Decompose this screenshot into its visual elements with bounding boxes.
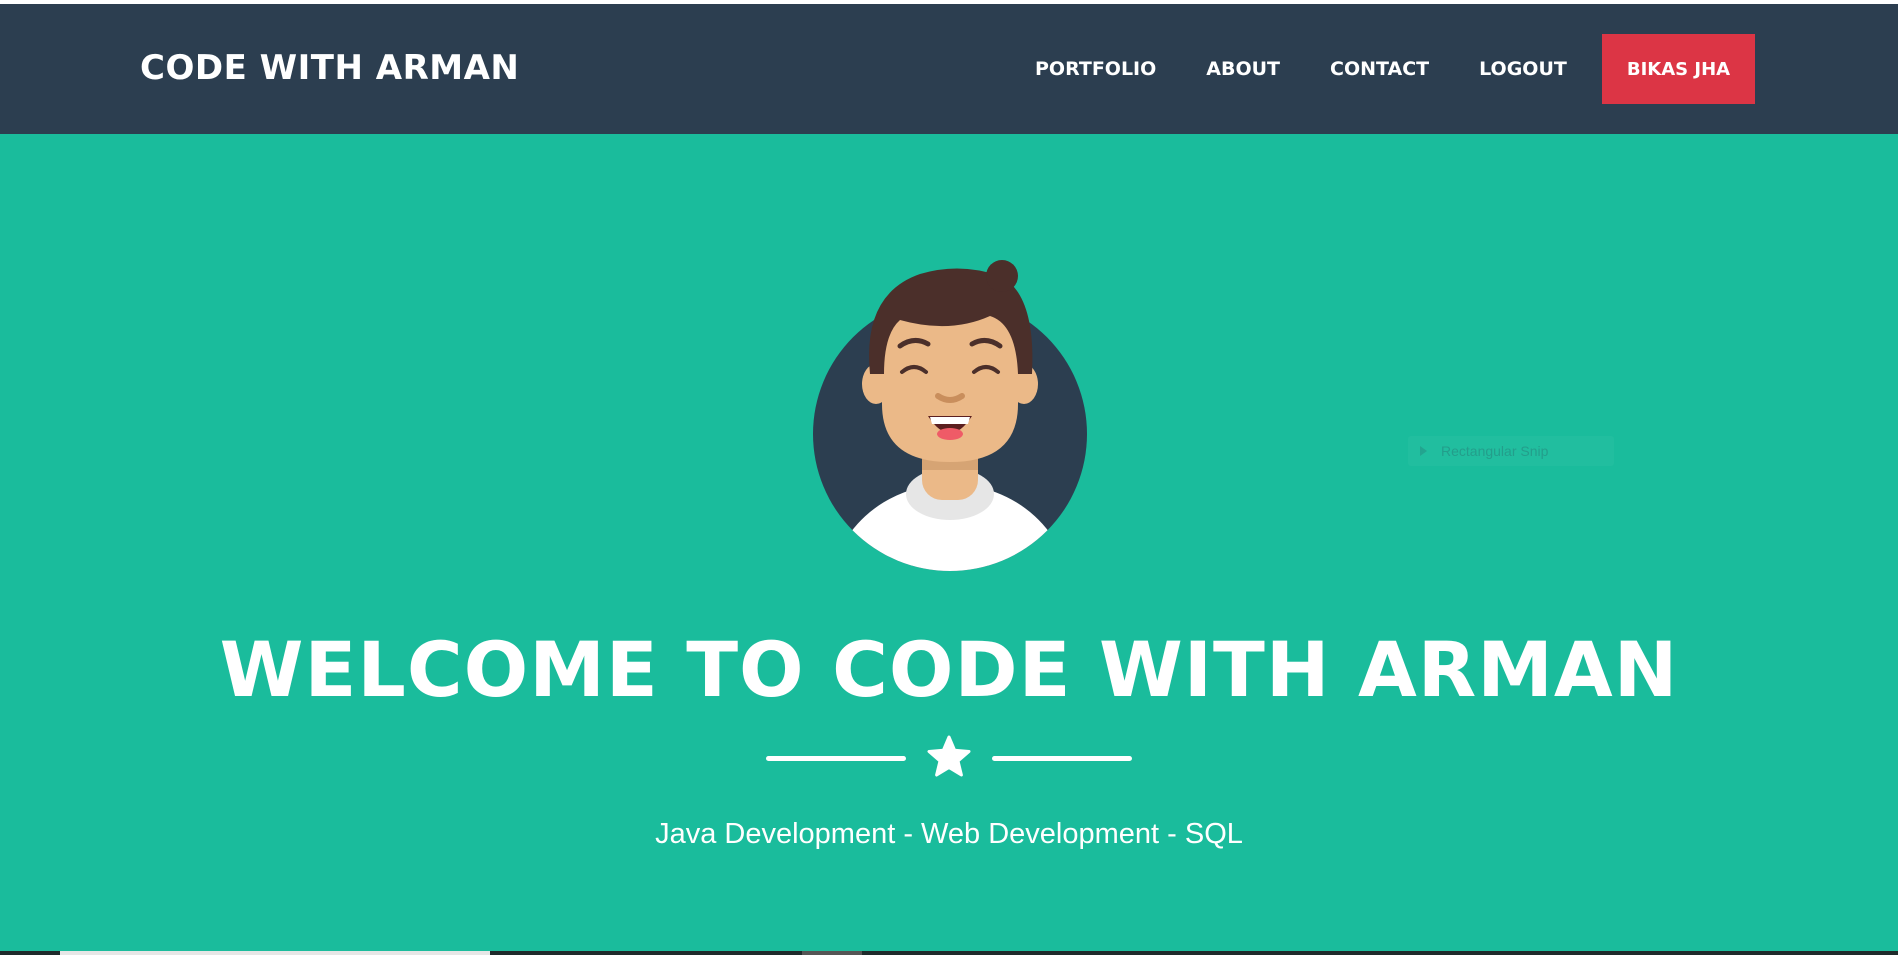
taskbar-segment-active (802, 951, 862, 955)
nav-link-logout[interactable]: LOGOUT (1454, 34, 1592, 104)
snip-tooltip-text: Rectangular Snip (1441, 443, 1549, 459)
snip-tooltip: Rectangular Snip (1408, 436, 1614, 466)
navbar: CODE WITH ARMAN PORTFOLIO ABOUT CONTACT … (0, 4, 1898, 134)
bottom-taskbar-edge (0, 951, 1898, 955)
star-icon (927, 735, 971, 777)
divider-line-left (766, 756, 906, 761)
nav-link-portfolio[interactable]: PORTFOLIO (1010, 34, 1181, 104)
nav-links: PORTFOLIO ABOUT CONTACT LOGOUT (1010, 34, 1592, 104)
brand-logo-link[interactable]: CODE WITH ARMAN (140, 48, 519, 88)
play-icon (1420, 446, 1427, 456)
nav-link-contact[interactable]: CONTACT (1305, 34, 1454, 104)
taskbar-segment (60, 951, 490, 955)
hero-subtitle: Java Development - Web Development - SQL (655, 818, 1243, 850)
nav-link-about[interactable]: ABOUT (1181, 34, 1305, 104)
divider-line-right (992, 756, 1132, 761)
star-divider (766, 735, 1132, 781)
hero-title: WELCOME TO CODE WITH ARMAN (219, 625, 1679, 714)
user-name-button[interactable]: BIKAS JHA (1602, 34, 1755, 104)
smiling-man-avatar-icon (800, 254, 1100, 574)
